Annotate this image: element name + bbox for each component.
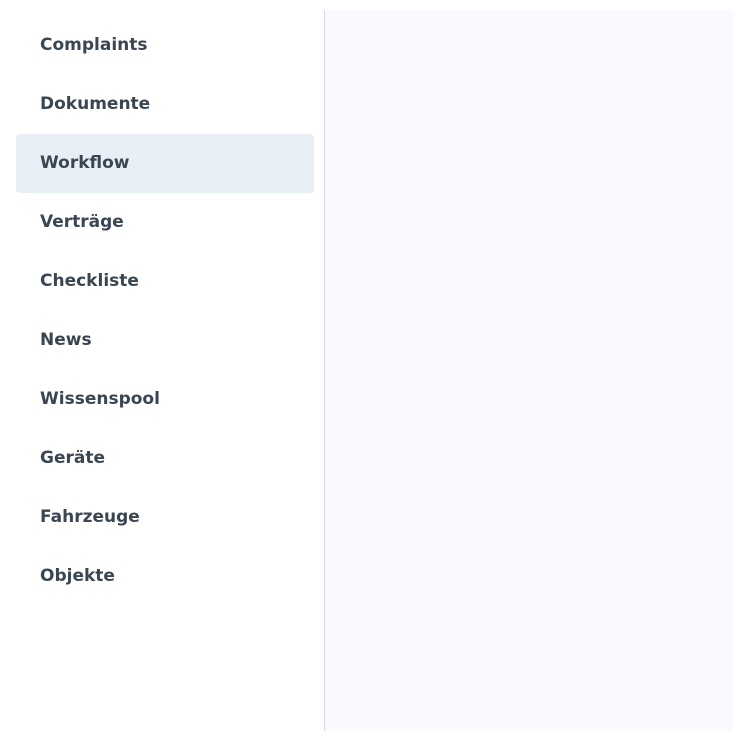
sidebar-item-geraete[interactable]: Geräte: [16, 429, 314, 488]
sidebar-nav: Complaints Dokumente Workflow Verträge C…: [16, 16, 314, 606]
sidebar-item-dokumente[interactable]: Dokumente: [16, 75, 314, 134]
main-content-panel: [325, 10, 733, 731]
sidebar-item-complaints[interactable]: Complaints: [16, 16, 314, 75]
sidebar-item-workflow[interactable]: Workflow: [16, 134, 314, 193]
sidebar-item-fahrzeuge[interactable]: Fahrzeuge: [16, 488, 314, 547]
sidebar: Complaints Dokumente Workflow Verträge C…: [0, 0, 324, 731]
sidebar-item-wissenspool[interactable]: Wissenspool: [16, 370, 314, 429]
sidebar-item-vertraege[interactable]: Verträge: [16, 193, 314, 252]
sidebar-item-objekte[interactable]: Objekte: [16, 547, 314, 606]
sidebar-item-checkliste[interactable]: Checkliste: [16, 252, 314, 311]
sidebar-item-news[interactable]: News: [16, 311, 314, 370]
app-window: Complaints Dokumente Workflow Verträge C…: [0, 0, 733, 731]
